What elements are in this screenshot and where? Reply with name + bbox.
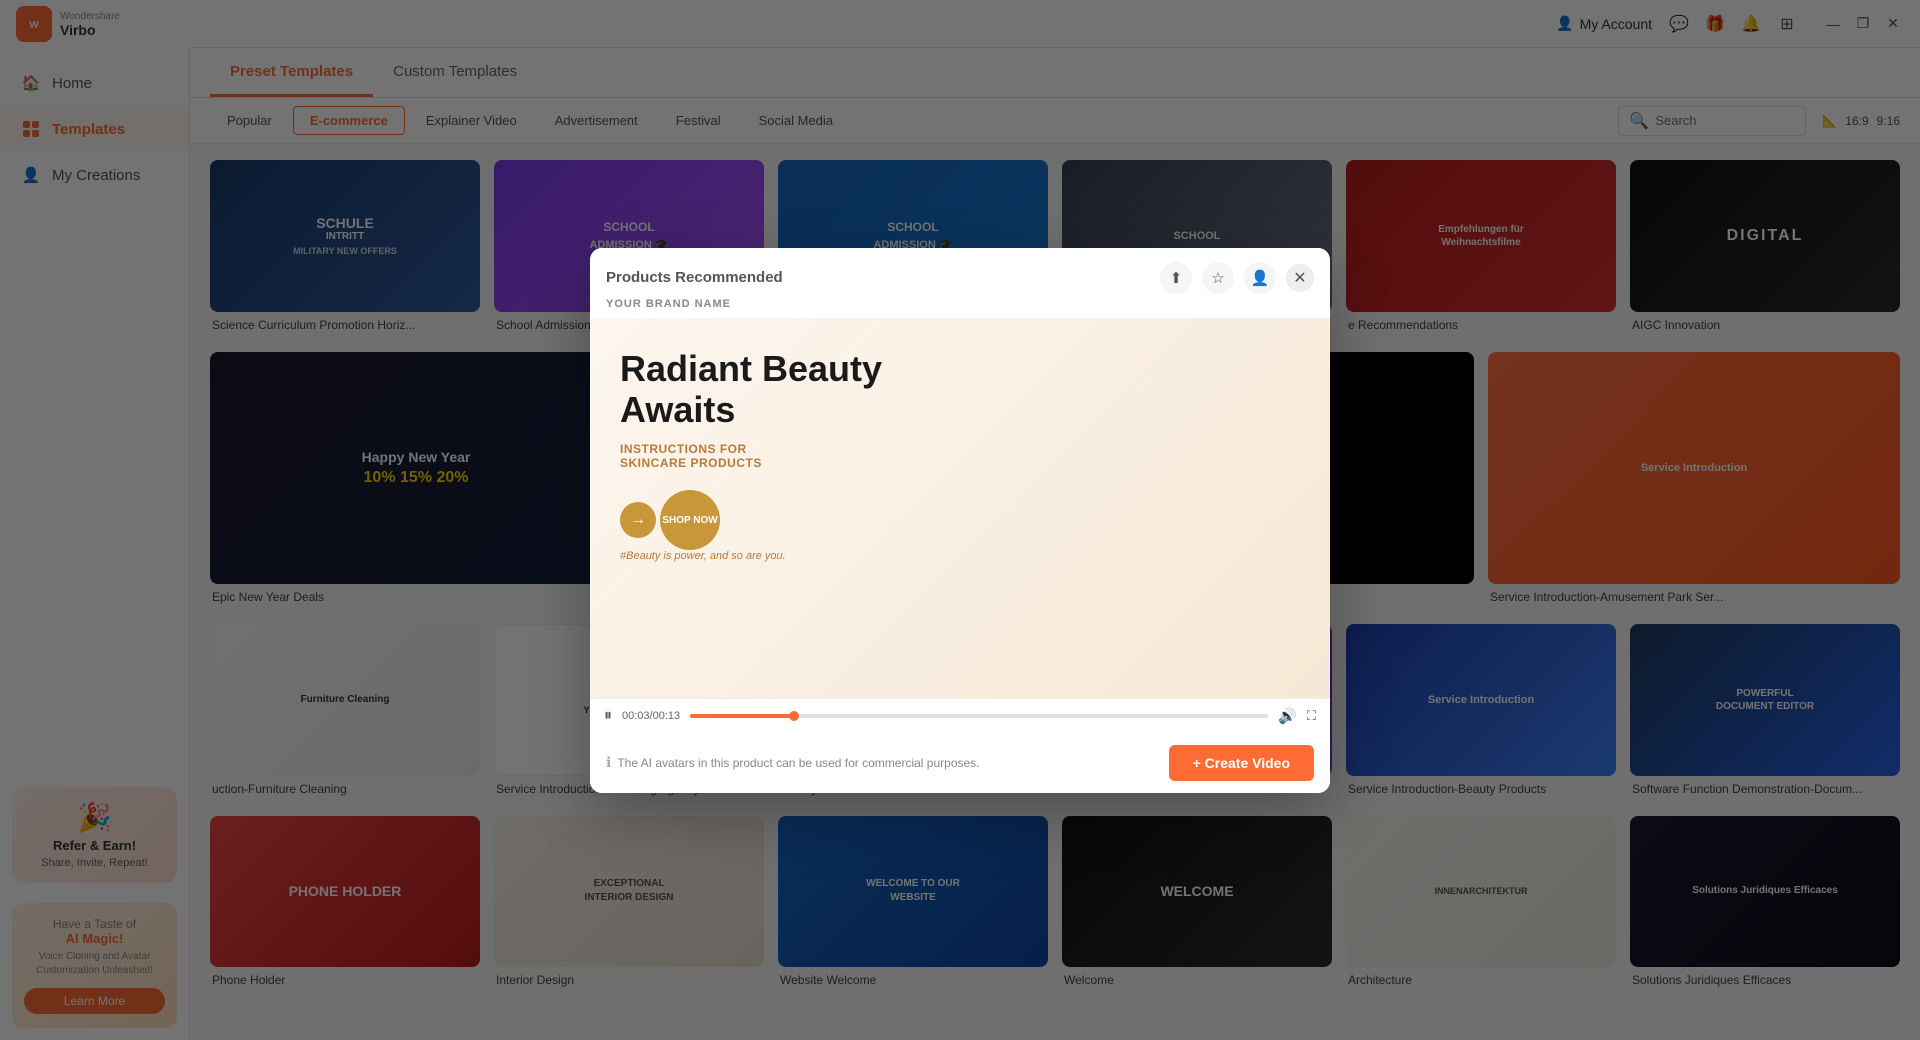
modal-header-icons: ⬆ ☆ 👤 ✕: [1160, 262, 1314, 294]
footer-info: ℹ The AI avatars in this product can be …: [606, 754, 980, 771]
time-display: 00:03/00:13: [622, 710, 680, 722]
modal-favorite-button[interactable]: ☆: [1202, 262, 1234, 294]
shop-now-circle[interactable]: SHOP NOW: [660, 490, 720, 550]
video-preview-area: Radiant Beauty Awaits INSTRUCTIONS FOR S…: [590, 318, 1330, 698]
video-shop-btn: → SHOP NOW: [620, 490, 1300, 550]
video-hashtag: #Beauty is power, and so are you.: [620, 550, 1300, 562]
modal-footer: ℹ The AI avatars in this product can be …: [590, 733, 1330, 793]
info-icon: ℹ: [606, 754, 611, 771]
avatar-icon: 👤: [1251, 269, 1270, 287]
progress-dot: [789, 711, 799, 721]
shop-arrow-icon: →: [620, 502, 656, 538]
expand-button[interactable]: ⛶: [1307, 708, 1316, 724]
progress-bar[interactable]: [690, 714, 1268, 718]
volume-button[interactable]: 🔊: [1278, 707, 1297, 725]
video-heading: Radiant Beauty Awaits: [620, 348, 1300, 431]
share-icon: ⬆: [1170, 269, 1183, 287]
modal-brand-name: YOUR BRAND NAME: [590, 294, 1330, 318]
video-controls: ⏸ 00:03/00:13 🔊 ⛶: [590, 698, 1330, 733]
modal-share-button[interactable]: ⬆: [1160, 262, 1192, 294]
star-icon: ☆: [1211, 269, 1224, 287]
modal-overlay: Products Recommended ⬆ ☆ 👤 ✕ YOUR BRAND …: [0, 0, 1920, 1040]
play-pause-button[interactable]: ⏸: [604, 707, 612, 725]
video-left-content: Radiant Beauty Awaits INSTRUCTIONS FOR S…: [590, 318, 1330, 593]
modal-title: Products Recommended: [606, 269, 783, 286]
modal-close-button[interactable]: ✕: [1286, 264, 1314, 292]
preview-modal: Products Recommended ⬆ ☆ 👤 ✕ YOUR BRAND …: [590, 248, 1330, 793]
modal-avatar-button[interactable]: 👤: [1244, 262, 1276, 294]
create-video-button[interactable]: + Create Video: [1169, 745, 1314, 781]
progress-fill: [690, 714, 794, 718]
modal-header: Products Recommended ⬆ ☆ 👤 ✕: [590, 248, 1330, 294]
video-subtext: INSTRUCTIONS FOR SKINCARE PRODUCTS: [620, 442, 1300, 470]
